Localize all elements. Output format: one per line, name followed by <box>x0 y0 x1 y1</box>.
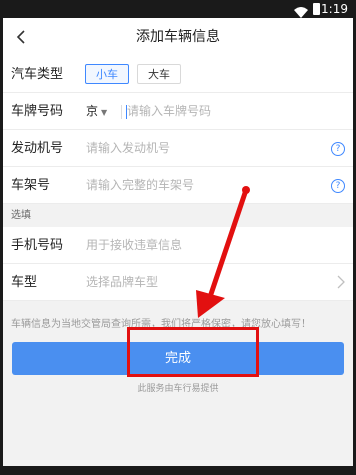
car-type-row: 汽车类型 小车 大车 <box>3 56 353 93</box>
province-value: 京 <box>86 104 99 118</box>
vehicle-form: 汽车类型 小车 大车 车牌号码 京 ▼ 请输入车牌号码 发动机号 请输入发动机号 … <box>3 56 353 301</box>
model-select[interactable]: 选择品牌车型 <box>86 264 158 301</box>
province-select[interactable]: 京 ▼ <box>86 93 107 131</box>
frame-input[interactable]: 请输入完整的车架号 <box>86 167 194 204</box>
frame-row: 车架号 请输入完整的车架号 ? <box>3 167 353 204</box>
phone-row: 手机号码 用于接收违章信息 <box>3 227 353 264</box>
header-bar: 添加车辆信息 <box>3 18 353 57</box>
model-row[interactable]: 车型 选择品牌车型 <box>3 264 353 301</box>
model-label: 车型 <box>11 275 38 290</box>
bottom-bar <box>0 466 356 475</box>
engine-input[interactable]: 请输入发动机号 <box>86 130 170 167</box>
plate-row: 车牌号码 京 ▼ 请输入车牌号码 <box>3 93 353 130</box>
engine-label: 发动机号 <box>11 141 64 156</box>
plate-label: 车牌号码 <box>11 104 64 119</box>
highlight-box <box>127 327 259 377</box>
car-type-large-option[interactable]: 大车 <box>137 64 181 84</box>
provider-note: 此服务由车行易提供 <box>137 384 219 394</box>
optional-section-label: 选填 <box>3 204 353 227</box>
page-title: 添加车辆信息 <box>136 29 220 45</box>
caret-down-icon: ▼ <box>101 108 108 117</box>
car-type-small-option[interactable]: 小车 <box>85 64 129 84</box>
phone-label: 手机号码 <box>11 238 64 253</box>
phone-input[interactable]: 用于接收违章信息 <box>86 227 182 264</box>
plate-input[interactable]: 请输入车牌号码 <box>127 93 211 130</box>
question-circle-icon[interactable]: ? <box>331 142 345 156</box>
status-time: 11:19 <box>313 2 348 16</box>
divider <box>121 105 122 119</box>
engine-row: 发动机号 请输入发动机号 ? <box>3 130 353 167</box>
frame-label: 车架号 <box>11 178 51 193</box>
chevron-right-icon <box>337 275 345 292</box>
status-bar: 11:19 <box>0 0 356 18</box>
question-circle-icon[interactable]: ? <box>331 179 345 193</box>
car-type-label: 汽车类型 <box>11 67 64 82</box>
